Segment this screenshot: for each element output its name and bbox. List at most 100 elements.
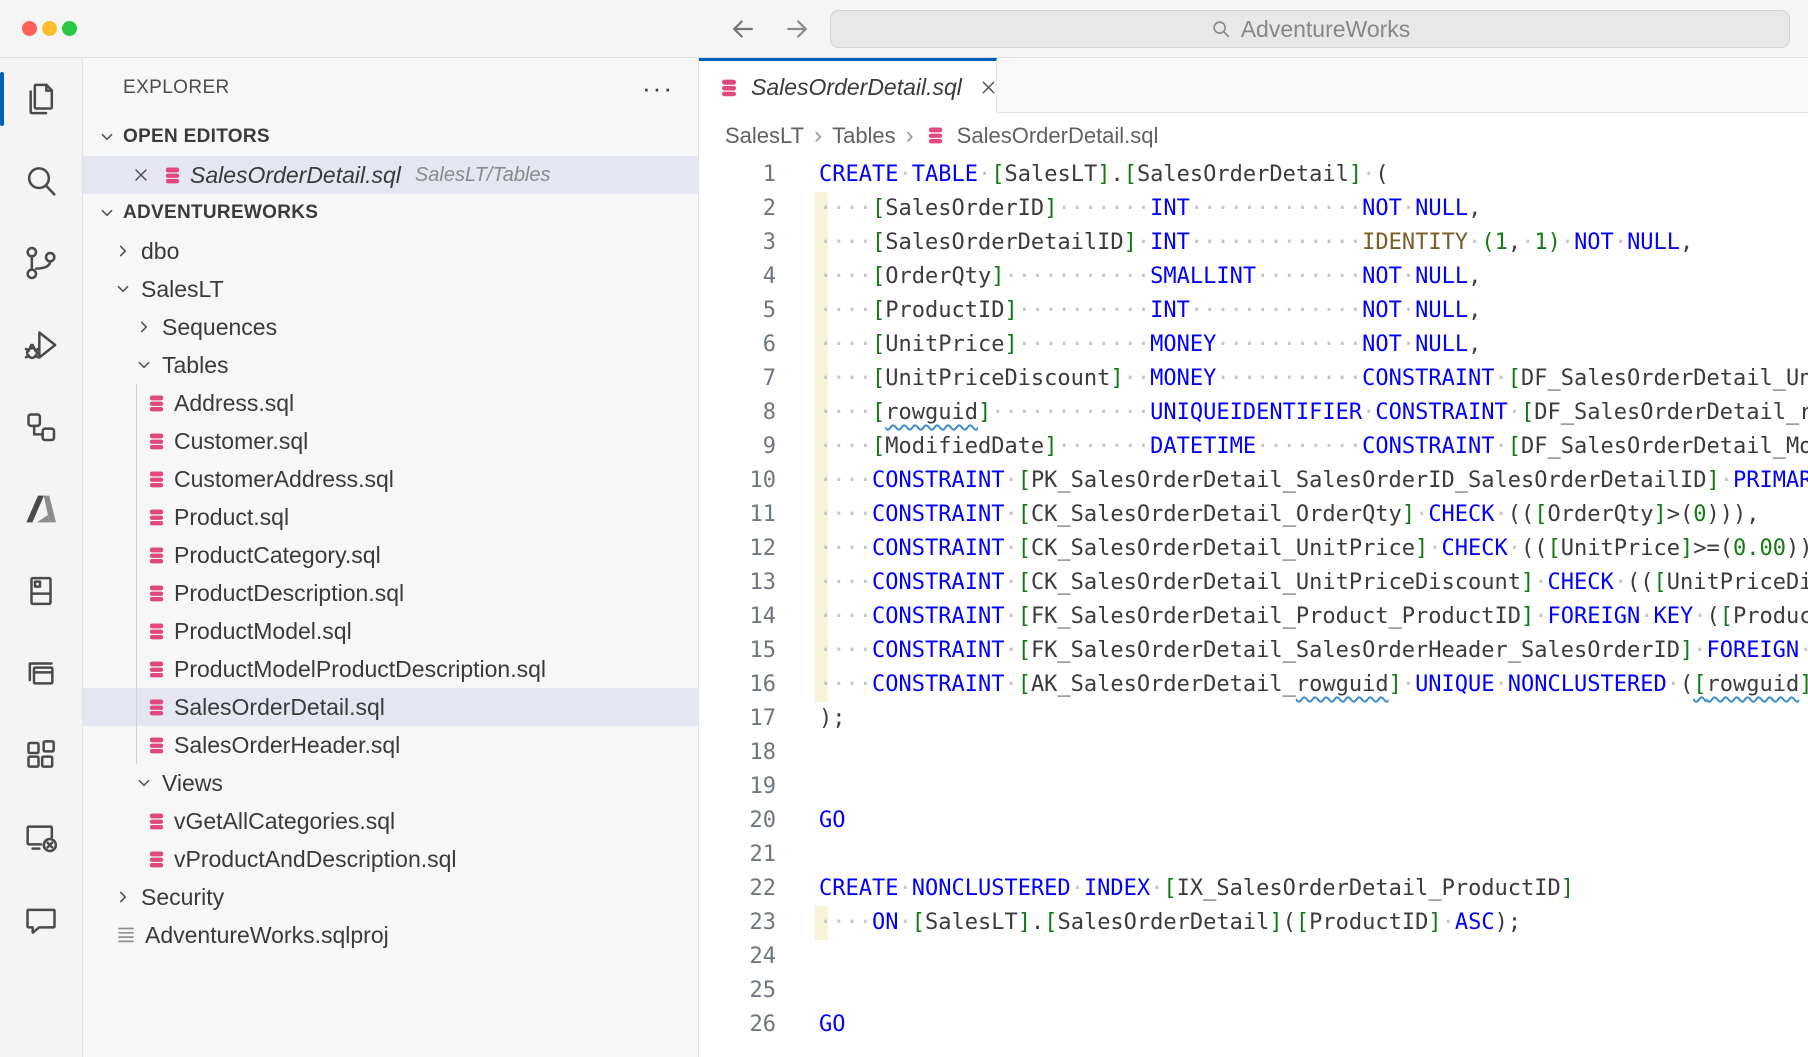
chevron-right-icon — [133, 316, 155, 338]
tree-file-salesorderheader-sql[interactable]: SalesOrderHeader.sql — [83, 726, 698, 764]
tree-file-salesorderdetail-sql[interactable]: SalesOrderDetail.sql — [83, 688, 698, 726]
folder-label: Views — [162, 770, 223, 797]
line-content: ); — [776, 702, 846, 736]
tree-file-adventureworks-sqlproj[interactable]: AdventureWorks.sqlproj — [83, 916, 698, 954]
window-close-button[interactable] — [22, 21, 37, 36]
activity-item-table-designer[interactable] — [0, 632, 82, 714]
activity-item-run-and-debug[interactable] — [0, 304, 82, 386]
breadcrumb-item-saleslt[interactable]: SalesLT — [725, 123, 804, 149]
close-icon[interactable] — [978, 77, 999, 98]
tree-folder-sequences[interactable]: Sequences — [83, 308, 698, 346]
code-line-20[interactable]: 20GO — [699, 804, 1808, 838]
chevron-right-icon — [112, 886, 134, 908]
tree-file-address-sql[interactable]: Address.sql — [83, 384, 698, 422]
breadcrumb-item-salesorderdetail-sql[interactable]: SalesOrderDetail.sql — [957, 123, 1159, 149]
breadcrumb-item-tables[interactable]: Tables — [832, 123, 896, 149]
tab-label: SalesOrderDetail.sql — [751, 74, 962, 101]
windows-icon — [21, 653, 61, 693]
tree-file-productdescription-sql[interactable]: ProductDescription.sql — [83, 574, 698, 612]
code-line-22[interactable]: 22CREATE·NONCLUSTERED·INDEX·[IX_SalesOrd… — [699, 872, 1808, 906]
line-number: 18 — [699, 736, 776, 770]
folder-label: SalesLT — [141, 276, 224, 303]
line-number: 7 — [699, 362, 776, 396]
tree-folder-views[interactable]: Views — [83, 764, 698, 802]
code-line-6[interactable]: 6····[UnitPrice]··········MONEY·········… — [699, 328, 1808, 362]
open-editor-item[interactable]: SalesOrderDetail.sql SalesLT/Tables — [83, 156, 698, 194]
line-content: CREATE·NONCLUSTERED·INDEX·[IX_SalesOrder… — [776, 872, 1574, 906]
code-line-25[interactable]: 25 — [699, 974, 1808, 1008]
tree-folder-saleslt[interactable]: SalesLT — [83, 270, 698, 308]
line-number: 9 — [699, 430, 776, 464]
code-line-16[interactable]: 16····CONSTRAINT·[AK_SalesOrderDetail_ro… — [699, 668, 1808, 702]
code-line-10[interactable]: 10····CONSTRAINT·[PK_SalesOrderDetail_Sa… — [699, 464, 1808, 498]
code-line-11[interactable]: 11····CONSTRAINT·[CK_SalesOrderDetail_Or… — [699, 498, 1808, 532]
schema-icon — [21, 407, 61, 447]
file-label: ProductModel.sql — [174, 618, 352, 645]
window-zoom-button[interactable] — [62, 21, 77, 36]
tree-folder-dbo[interactable]: dbo — [83, 232, 698, 270]
code-line-24[interactable]: 24 — [699, 940, 1808, 974]
section-open-editors[interactable]: OPEN EDITORS — [83, 118, 698, 156]
activity-bar — [0, 58, 83, 1057]
file-label: Address.sql — [174, 390, 294, 417]
code-line-3[interactable]: 3····[SalesOrderDetailID]·INT···········… — [699, 226, 1808, 260]
activity-item-azure[interactable] — [0, 468, 82, 550]
code-line-26[interactable]: 26GO — [699, 1008, 1808, 1042]
activity-item-source-control[interactable] — [0, 222, 82, 304]
code-line-12[interactable]: 12····CONSTRAINT·[CK_SalesOrderDetail_Un… — [699, 532, 1808, 566]
code-area[interactable]: 1CREATE·TABLE·[SalesLT].[SalesOrderDetai… — [699, 158, 1808, 1057]
tree-file-vproductanddescription-sql[interactable]: vProductAndDescription.sql — [83, 840, 698, 878]
file-label: ProductModelProductDescription.sql — [174, 656, 546, 683]
code-line-15[interactable]: 15····CONSTRAINT·[FK_SalesOrderDetail_Sa… — [699, 634, 1808, 668]
line-content: ····CONSTRAINT·[PK_SalesOrderDetail_Sale… — [776, 464, 1808, 498]
code-line-4[interactable]: 4····[OrderQty]···········SMALLINT······… — [699, 260, 1808, 294]
code-line-23[interactable]: 23····ON·[SalesLT].[SalesOrderDetail]([P… — [699, 906, 1808, 940]
folder-label: Security — [141, 884, 224, 911]
activity-item-schema-compare[interactable] — [0, 386, 82, 468]
tree-file-productmodelproductdescription-sql[interactable]: ProductModelProductDescription.sql — [83, 650, 698, 688]
code-line-7[interactable]: 7····[UnitPriceDiscount]··MONEY·········… — [699, 362, 1808, 396]
code-line-2[interactable]: 2····[SalesOrderID]·······INT···········… — [699, 192, 1808, 226]
history-forward-icon[interactable] — [782, 14, 812, 44]
activity-item-search[interactable] — [0, 140, 82, 222]
database-file-icon — [145, 582, 168, 605]
tree-file-customer-sql[interactable]: Customer.sql — [83, 422, 698, 460]
history-back-icon[interactable] — [728, 14, 758, 44]
line-content — [776, 974, 819, 1008]
folder-label: dbo — [141, 238, 179, 265]
close-icon[interactable] — [131, 165, 151, 185]
activity-item-extensions[interactable] — [0, 714, 82, 796]
code-line-8[interactable]: 8····[rowguid]············UNIQUEIDENTIFI… — [699, 396, 1808, 430]
tree-file-productcategory-sql[interactable]: ProductCategory.sql — [83, 536, 698, 574]
code-line-1[interactable]: 1CREATE·TABLE·[SalesLT].[SalesOrderDetai… — [699, 158, 1808, 192]
section-label: ADVENTUREWORKS — [123, 202, 318, 224]
activity-item-explorer[interactable] — [0, 58, 82, 140]
window-minimize-button[interactable] — [42, 21, 57, 36]
tree-folder-tables[interactable]: Tables — [83, 346, 698, 384]
activity-item-feedback[interactable] — [0, 878, 82, 960]
tree-file-product-sql[interactable]: Product.sql — [83, 498, 698, 536]
tab-salesorderdetail[interactable]: SalesOrderDetail.sql — [699, 58, 997, 114]
section-adventureworks[interactable]: ADVENTUREWORKS — [83, 194, 698, 232]
line-content — [776, 736, 819, 770]
code-line-13[interactable]: 13····CONSTRAINT·[CK_SalesOrderDetail_Un… — [699, 566, 1808, 600]
activity-item-remote-explorer[interactable] — [0, 796, 82, 878]
tree-folder-security[interactable]: Security — [83, 878, 698, 916]
activity-item-notebooks[interactable] — [0, 550, 82, 632]
command-center-search[interactable]: AdventureWorks — [830, 10, 1790, 48]
line-number: 21 — [699, 838, 776, 872]
tree-file-productmodel-sql[interactable]: ProductModel.sql — [83, 612, 698, 650]
code-line-21[interactable]: 21 — [699, 838, 1808, 872]
line-number: 14 — [699, 600, 776, 634]
code-line-17[interactable]: 17); — [699, 702, 1808, 736]
tree-file-customeraddress-sql[interactable]: CustomerAddress.sql — [83, 460, 698, 498]
code-line-9[interactable]: 9····[ModifiedDate]·······DATETIME······… — [699, 430, 1808, 464]
tree-file-vgetallcategories-sql[interactable]: vGetAllCategories.sql — [83, 802, 698, 840]
remote-icon — [21, 817, 61, 857]
more-actions-icon[interactable]: ··· — [642, 72, 674, 104]
explorer-sidebar: EXPLORER ··· OPEN EDITORS SalesOrderDeta… — [83, 58, 699, 1057]
code-line-5[interactable]: 5····[ProductID]··········INT···········… — [699, 294, 1808, 328]
code-line-19[interactable]: 19 — [699, 770, 1808, 804]
code-line-18[interactable]: 18 — [699, 736, 1808, 770]
code-line-14[interactable]: 14····CONSTRAINT·[FK_SalesOrderDetail_Pr… — [699, 600, 1808, 634]
